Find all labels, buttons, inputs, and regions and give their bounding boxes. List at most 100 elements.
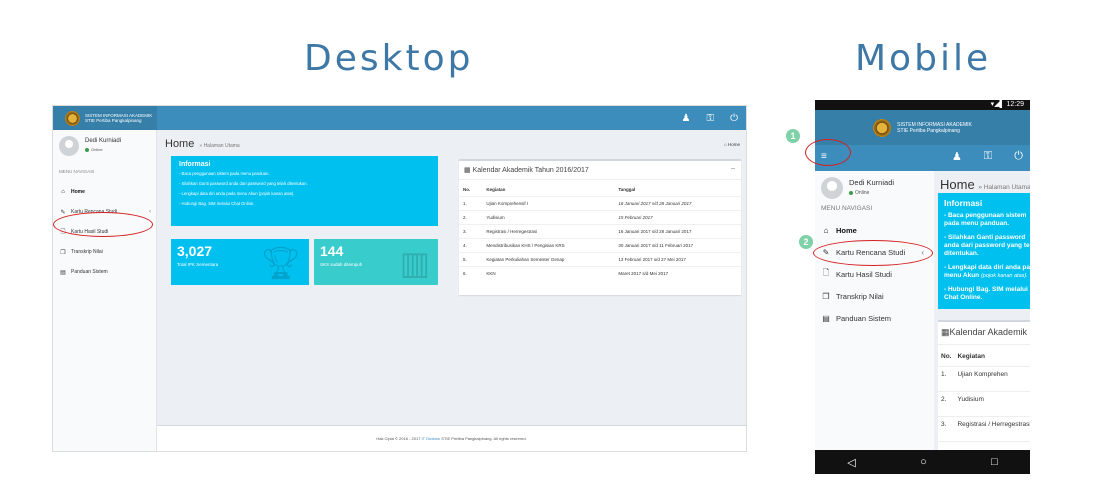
- highlight-circle: [805, 139, 851, 166]
- info-item: - Baca penggunaan sistem pada menu pandu…: [179, 171, 270, 176]
- sidebar-item-panduan-sistem[interactable]: ▤ Panduan Sistem: [815, 307, 934, 329]
- sidebar-item-transkrip-nilai[interactable]: ❐ Transkrip Nilai: [53, 242, 157, 262]
- status-time: 12:29: [1006, 101, 1024, 108]
- table-row: 5. Kegiatan Perkuliahan Semester Genap 13 …: [459, 252, 741, 267]
- page-subtitle: » Halaman Utama: [199, 143, 240, 149]
- mockup-stage: Desktop Mobile SISTEM INFORMASI AKADEMIK…: [0, 0, 1100, 500]
- calendar-icon: ▦: [464, 167, 471, 174]
- user-account-icon[interactable]: ♟: [681, 113, 690, 124]
- app-institution: STIE Pertiba Pangkalpinang: [897, 127, 960, 134]
- user-panel: Dedi Kurniadi Online: [821, 177, 894, 199]
- page-title: Home » Halaman Utama: [165, 138, 240, 150]
- stat-tile-sks: 144 SKS sudah ditempuh ▥: [314, 239, 438, 285]
- column-header: Tanggal: [618, 187, 636, 192]
- key-icon[interactable]: ⚿: [984, 150, 992, 163]
- info-note: (pojok kanan atas).: [980, 273, 1028, 279]
- nav-header: MENU NAVIGASI: [821, 205, 873, 212]
- callout-badge-2: 2: [799, 235, 813, 249]
- info-box: Informasi - Baca penggunaan sistem pada …: [171, 156, 438, 226]
- highlight-circle: [53, 212, 153, 237]
- sidebar: Dedi Kurniadi Online MENU NAVIGASI ⌂ Home…: [815, 171, 934, 450]
- app-logo[interactable]: SISTEM INFORMASI AKADEMIK STIE Pertiba P…: [53, 106, 157, 130]
- key-icon[interactable]: ⚿: [706, 113, 714, 124]
- column-header: Kegiatan: [954, 345, 1030, 367]
- table-row: 2. Yudisium: [938, 391, 1030, 417]
- back-icon[interactable]: ◁: [847, 456, 855, 469]
- user-status: Online: [855, 190, 870, 196]
- callout-badge-1: 1: [786, 129, 800, 143]
- app-institution: STIE Pertiba Pangkalpinang: [85, 118, 142, 123]
- online-dot-icon: [85, 147, 89, 152]
- highlight-circle: [813, 240, 933, 266]
- sidebar: Dedi Kurniadi Online MENU NAVIGASI ⌂ Home…: [53, 130, 157, 451]
- table-row: 6. KKN Maret 2017 s/d Mei 2017: [459, 266, 741, 280]
- book-icon: ▤: [60, 269, 66, 276]
- column-header: No.: [938, 345, 955, 367]
- mobile-heading: Mobile: [855, 38, 992, 79]
- pencil-icon: ✎: [60, 209, 66, 216]
- user-name: Dedi Kurniadi: [849, 178, 895, 187]
- page-subtitle: » Halaman Utama: [978, 184, 1030, 191]
- stat-tile-ipk: 3,027 Total IPK Sementara 🏆︎: [171, 239, 309, 285]
- sidebar-item-home[interactable]: ⌂ Home: [815, 219, 934, 241]
- online-dot-icon: [849, 190, 853, 195]
- breadcrumb[interactable]: ⌂ Home: [724, 142, 740, 147]
- app-logo[interactable]: SISTEM INFORMASI AKADEMIK STIE Pertiba P…: [815, 110, 1030, 145]
- book-icon: ▥: [399, 245, 430, 281]
- info-title: Informasi: [944, 198, 983, 208]
- recents-icon[interactable]: □: [991, 456, 998, 468]
- main-content: Home » Halaman Utama Informasi - Baca pe…: [934, 171, 1030, 450]
- sidebar-menu: ⌂ Home ✎ Kartu Rencana Studi ‹ 🗋 Kartu Hasil…: [815, 219, 934, 329]
- footer-link[interactable]: IT Division: [422, 436, 441, 441]
- trophy-icon: 🏆︎: [260, 245, 301, 281]
- calendar-box: ▦Kalendar Akademik No. Kegiatan 1. Ujian …: [938, 320, 1030, 450]
- page-title: Home » Halaman Utama: [940, 177, 1030, 192]
- app-name: SISTEM INFORMASI AKADEMIK: [897, 121, 972, 128]
- table-row: 1. Ujian Komprehen: [938, 366, 1030, 392]
- sidebar-item-transkrip-nilai[interactable]: ❐ Transkrip Nilai: [815, 285, 934, 307]
- sidebar-item-kartu-hasil-studi[interactable]: 🗋 Kartu Hasil Studi: [815, 263, 934, 285]
- info-title: Informasi: [179, 161, 211, 168]
- info-item: - Hubungi Bag. SIM melalui Chat Online.: [179, 201, 255, 206]
- info-item: - Lengkapi data diri anda pada menu Akun…: [179, 191, 295, 196]
- power-icon[interactable]: ⏻: [730, 113, 738, 124]
- desktop-heading: Desktop: [304, 38, 474, 79]
- power-icon[interactable]: ⏻: [1014, 150, 1023, 163]
- home-icon: ⌂: [61, 189, 65, 195]
- institution-seal-icon: [873, 118, 892, 137]
- column-header: Kegiatan: [486, 187, 506, 192]
- main-content: Home » Halaman Utama ⌂ Home Informasi - …: [157, 130, 746, 451]
- sidebar-item-home[interactable]: ⌂ Home: [53, 182, 157, 202]
- user-account-icon[interactable]: ♟: [952, 150, 962, 163]
- user-status: Online: [91, 147, 103, 152]
- calendar-title: Kalendar Akademik Tahun 2016/2017: [472, 167, 589, 174]
- signal-icon: ▾◢▌: [990, 101, 1005, 108]
- home-icon: ⌂: [724, 142, 727, 147]
- info-item: - Lengkapi data diri anda pada menu Akun…: [944, 264, 1030, 279]
- table-row: 3. Registrasi / Herregestrasi: [938, 416, 1030, 442]
- collapse-button[interactable]: –: [731, 165, 735, 172]
- table-row: 4. Mendistribusikan KHS / Pengisian KRS 30…: [459, 238, 741, 253]
- table-row: 2. Yudisium 15 Februari 2017: [459, 210, 741, 225]
- info-box: Informasi - Baca penggunaan sistem pada …: [938, 193, 1030, 309]
- top-navbar: SISTEM INFORMASI AKADEMIK STIE Pertiba P…: [53, 106, 746, 130]
- info-item: - Hubungi Bag. SIM melalui Chat Online.: [944, 286, 1028, 301]
- user-name: Dedi Kurniadi: [85, 138, 122, 144]
- book-icon: ▤: [822, 313, 830, 323]
- android-nav-bar: ◁ ○ □: [815, 450, 1030, 474]
- calendar-title: Kalendar Akademik: [949, 327, 1028, 337]
- calendar-box: ▦ Kalendar Akademik Tahun 2016/2017 – No.…: [459, 159, 741, 295]
- calendar-icon: ▦: [941, 327, 950, 337]
- info-item: - Silahkan Ganti password anda dari pass…: [179, 181, 308, 186]
- copy-icon: ❐: [60, 249, 66, 256]
- avatar: [821, 177, 843, 199]
- table-row: 3. Registrasi / Herregestrasi 16 Januari 2…: [459, 224, 741, 239]
- user-panel: Dedi Kurniadi Online: [59, 136, 121, 156]
- sidebar-item-panduan-sistem[interactable]: ▤ Panduan Sistem: [53, 262, 157, 282]
- info-item: - Baca penggunaan sistem pada menu pandu…: [944, 212, 1027, 227]
- chevron-left-icon: ‹: [149, 209, 151, 215]
- info-item: - Silahkan Ganti password anda dari pass…: [944, 234, 1030, 257]
- table-row: 1. Ujian Komprehensif I 16 Januari 2017 s/…: [459, 196, 741, 211]
- file-icon: 🗋: [822, 268, 830, 277]
- home-circle-icon[interactable]: ○: [920, 456, 927, 468]
